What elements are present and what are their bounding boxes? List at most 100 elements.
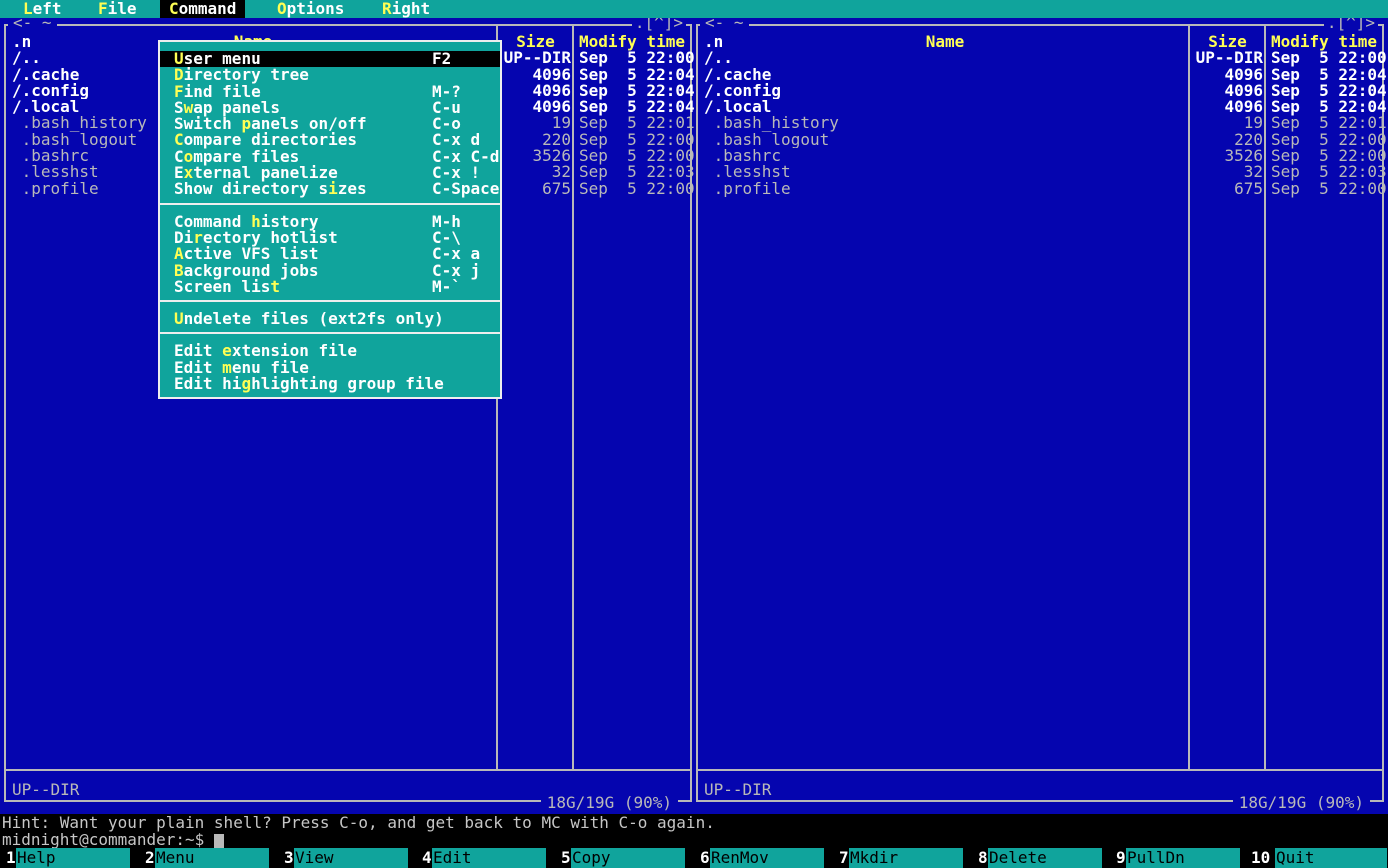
mtime-column-header[interactable]: Modify time <box>571 34 685 50</box>
fkey-button-mkdir[interactable]: 7Mkdir <box>833 848 972 868</box>
file-name: /.local <box>698 99 1192 115</box>
file-mtime: Sep 5 22:00 <box>1263 181 1387 197</box>
fkey-button-view[interactable]: 3View <box>278 848 417 868</box>
menubar: Left File Command Options Right <box>0 0 1388 18</box>
fkey-label: Help <box>16 848 130 868</box>
ministatus: UP--DIR <box>12 782 79 798</box>
menu-item-text-post: hlighting group file <box>251 374 444 393</box>
fkey-button-help[interactable]: 1Help <box>0 848 139 868</box>
fkey-button-renmov[interactable]: 6RenMov <box>694 848 833 868</box>
free-space-label: 18G/19G (90%) <box>541 795 678 811</box>
fkey-button-pulldn[interactable]: 9PullDn <box>1110 848 1249 868</box>
file-name: /.cache <box>698 67 1192 83</box>
menu-item-undelete-files-ext2fs-only[interactable]: Undelete files (ext2fs only) <box>160 311 500 327</box>
ministatus-separator <box>6 769 690 771</box>
fkey-label: Delete <box>988 848 1102 868</box>
menu-item-hotkey: i <box>328 179 338 198</box>
menubar-label-rest: ight <box>392 0 431 18</box>
menubar-label-rest: eft <box>33 0 62 18</box>
menubar-item-file[interactable]: File <box>89 0 146 18</box>
fkey-button-copy[interactable]: 5Copy <box>555 848 694 868</box>
menubar-hotkey-letter: O <box>277 0 287 18</box>
menu-section: Undelete files (ext2fs only) <box>160 300 500 332</box>
file-name: .bash_history <box>698 115 1192 131</box>
menu-item-screen-list[interactable]: Screen listM-` <box>160 279 500 295</box>
fkey-button-menu[interactable]: 2Menu <box>139 848 278 868</box>
command-line[interactable]: midnight@commander:~$ <box>2 832 224 848</box>
sort-indicator: .n <box>12 34 31 50</box>
menu-item-edit-highlighting-group-file[interactable]: Edit highlighting group file <box>160 376 500 392</box>
fkey-button-edit[interactable]: 4Edit <box>416 848 555 868</box>
fkey-label: Copy <box>571 848 685 868</box>
fkey-number: 9 <box>1116 848 1126 868</box>
menubar-item-right[interactable]: Right <box>373 0 439 18</box>
menu-item-hotkey: t <box>270 277 280 296</box>
shell-prompt: midnight@commander:~$ <box>2 830 204 849</box>
fkey-label: PullDn <box>1126 848 1240 868</box>
menu-item-text-pre: Edit hi <box>174 374 241 393</box>
command-menu-dropdown: User menuF2Directory treeFind fileM-?Swa… <box>158 40 502 399</box>
file-row[interactable]: .profile675Sep 5 22:00 <box>698 181 1382 197</box>
fkey-number: 6 <box>700 848 710 868</box>
hint-line: Hint: Want your plain shell? Press C-o, … <box>2 815 715 831</box>
menu-item-show-directory-sizes[interactable]: Show directory sizes C-Space <box>160 181 500 197</box>
menu-item-text-post: ndelete files (ext2fs only) <box>184 309 444 328</box>
fkey-label: View <box>294 848 408 868</box>
size-column-header[interactable]: Size <box>500 34 571 50</box>
function-key-bar: 1Help2Menu3View4Edit5Copy6RenMov7Mkdir8D… <box>0 848 1388 868</box>
fkey-number: 5 <box>561 848 571 868</box>
file-name: .bashrc <box>698 148 1192 164</box>
fkey-button-delete[interactable]: 8Delete <box>972 848 1111 868</box>
fkey-label: RenMov <box>710 848 824 868</box>
fkey-label: Mkdir <box>849 848 963 868</box>
mc-screen: Left File Command Options Right <- ~ .[^]> .… <box>0 0 1388 868</box>
file-name: .profile <box>698 181 1192 197</box>
menubar-item-left[interactable]: Left <box>14 0 71 18</box>
menu-item-shortcut: M-` <box>432 279 461 295</box>
menu-item-text-pre: Show directory s <box>174 179 328 198</box>
fkey-number: 3 <box>284 848 294 868</box>
free-space-label: 18G/19G (90%) <box>1233 795 1370 811</box>
menu-section: User menuF2Directory treeFind fileM-?Swa… <box>160 42 500 203</box>
menubar-item-options[interactable]: Options <box>268 0 353 18</box>
mtime-column-header[interactable]: Modify time <box>1263 34 1377 50</box>
fkey-label: Menu <box>155 848 269 868</box>
menubar-hotkey-letter: R <box>382 0 392 18</box>
menu-section: Edit extension fileEdit menu fileEdit hi… <box>160 332 500 397</box>
menu-item-hotkey: U <box>174 309 184 328</box>
menu-item-hotkey: g <box>241 374 251 393</box>
fkey-number: 4 <box>422 848 432 868</box>
text-cursor <box>214 834 224 849</box>
menubar-label-rest: ile <box>108 0 137 18</box>
menubar-hotkey-letter: F <box>98 0 108 18</box>
fkey-number: 7 <box>839 848 849 868</box>
file-mtime: Sep 5 22:00 <box>571 181 695 197</box>
fkey-number: 10 <box>1251 848 1270 868</box>
file-size: 675 <box>500 181 571 197</box>
fkey-button-quit[interactable]: 10Quit <box>1249 848 1388 868</box>
fkey-label: Quit <box>1275 848 1387 868</box>
fkey-number: 1 <box>6 848 16 868</box>
workspace: <- ~ .[^]> .n Name Size Modify time /..U… <box>0 18 1388 814</box>
file-list: .n Name Size Modify time /..UP--DIRSep 5… <box>698 34 1382 197</box>
menu-item-text-post: zes <box>338 179 367 198</box>
name-column-header[interactable]: Name <box>698 34 1192 50</box>
right-panel: <- ~ .[^]> .n Name Size Modify time /..U… <box>696 24 1384 802</box>
menubar-hotkey-letter: L <box>23 0 33 18</box>
menu-item-shortcut: F2 <box>432 51 451 67</box>
file-name: /.. <box>698 50 1192 66</box>
panel-header: .n Name Size Modify time <box>698 34 1382 50</box>
file-name: .bash_logout <box>698 132 1192 148</box>
fkey-number: 2 <box>145 848 155 868</box>
menubar-label-rest: ptions <box>287 0 345 18</box>
size-column-header[interactable]: Size <box>1192 34 1263 50</box>
menubar-hotkey-letter: C <box>169 0 179 18</box>
file-name: /.config <box>698 83 1192 99</box>
menu-section: Command historyM-hDirectory hotlistC-\Ac… <box>160 203 500 300</box>
fkey-label: Edit <box>432 848 546 868</box>
menu-item-shortcut: C-Space <box>432 181 499 197</box>
file-size: 675 <box>1192 181 1263 197</box>
menubar-item-command[interactable]: Command <box>160 0 245 18</box>
file-name: .lesshst <box>698 164 1192 180</box>
sort-indicator: .n <box>704 34 723 50</box>
